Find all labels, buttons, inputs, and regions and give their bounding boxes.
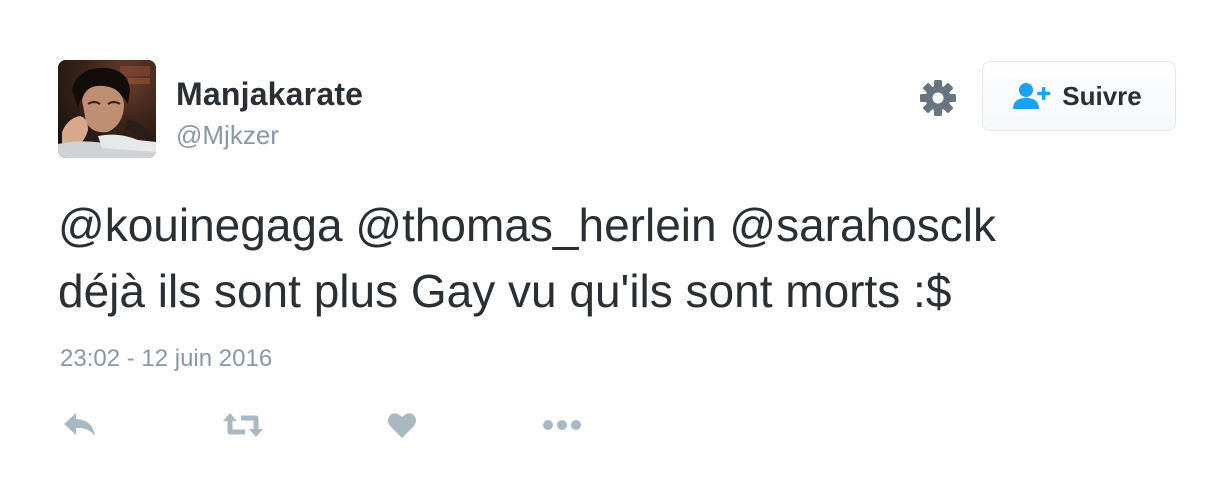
- more-button[interactable]: [542, 405, 582, 445]
- tweet-text-line1: @kouinegaga @thomas_herlein @sarahosclk: [58, 199, 996, 251]
- tweet-text: @kouinegaga @thomas_herlein @sarahosclk …: [58, 192, 1178, 324]
- tweet-card: Manjakarate @Mjkzer Suivre @kouinegaga @…: [0, 0, 1228, 480]
- heart-icon: [387, 413, 417, 438]
- tweet-timestamp[interactable]: 23:02 - 12 juin 2016: [60, 345, 272, 373]
- reply-button[interactable]: [60, 405, 100, 445]
- follow-button-label: Suivre: [1062, 80, 1142, 111]
- mention-link[interactable]: @sarahosclk: [729, 199, 996, 251]
- text-space: [717, 199, 730, 251]
- mention-link[interactable]: @kouinegaga: [58, 199, 343, 251]
- retweet-button[interactable]: [220, 405, 266, 445]
- gear-icon[interactable]: [918, 78, 958, 118]
- avatar-image: [58, 60, 156, 158]
- avatar[interactable]: [58, 60, 156, 158]
- retweet-icon: [223, 413, 263, 437]
- screen-name[interactable]: @Mjkzer: [176, 120, 279, 151]
- reply-icon: [64, 413, 95, 436]
- like-button[interactable]: [384, 405, 420, 445]
- add-user-icon: [1012, 82, 1052, 110]
- more-icon: [543, 420, 581, 430]
- mention-link[interactable]: @thomas_herlein: [355, 199, 716, 251]
- text-space: [343, 199, 356, 251]
- tweet-text-line2: déjà ils sont plus Gay vu qu'ils sont mo…: [58, 265, 952, 317]
- follow-button[interactable]: Suivre: [982, 61, 1176, 131]
- display-name[interactable]: Manjakarate: [176, 76, 363, 113]
